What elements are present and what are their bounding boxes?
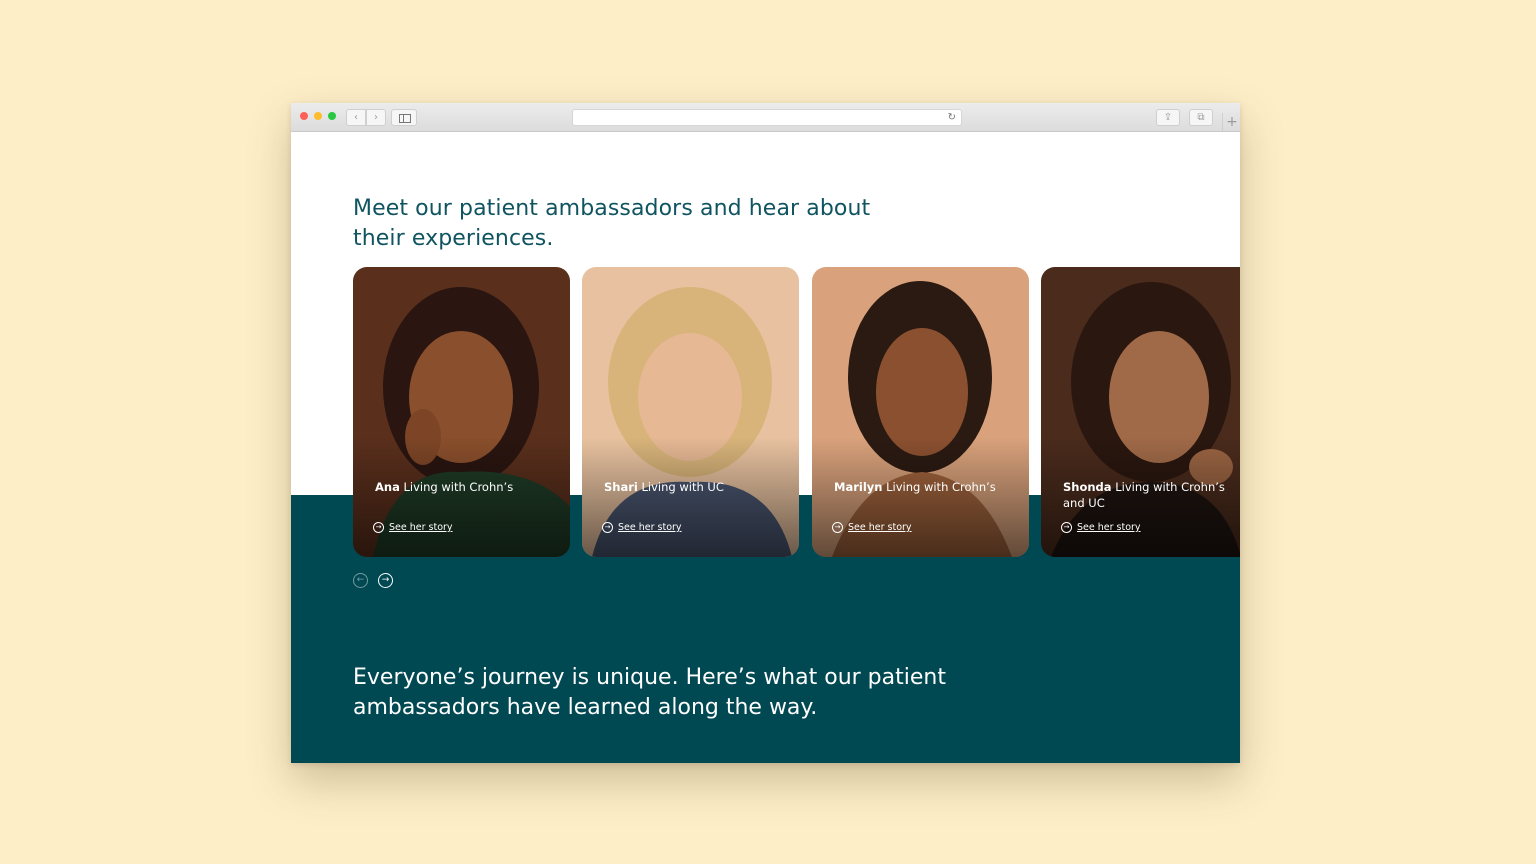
ambassador-card-shonda[interactable]: Shonda Living with Crohn’s and UC → See … xyxy=(1041,267,1240,557)
see-her-story-link[interactable]: → See her story xyxy=(373,522,453,533)
see-her-story-link[interactable]: → See her story xyxy=(1061,522,1141,533)
section-heading: Meet our patient ambassadors and hear ab… xyxy=(353,196,871,251)
reload-icon[interactable]: ↻ xyxy=(948,110,956,125)
ambassador-caption: Ana Living with Crohn’s xyxy=(375,479,555,495)
arrow-right-circle-icon: → xyxy=(373,522,384,533)
see-her-story-label[interactable]: See her story xyxy=(389,522,453,533)
photo-gradient xyxy=(582,437,799,557)
see-her-story-label[interactable]: See her story xyxy=(1077,522,1141,533)
sidebar-toggle-button[interactable] xyxy=(391,109,417,126)
sidebar-icon xyxy=(399,114,411,123)
new-tab-icon[interactable]: + xyxy=(1222,113,1240,131)
see-her-story-label[interactable]: See her story xyxy=(618,522,682,533)
ambassador-condition: Living with UC xyxy=(637,480,724,494)
arrow-right-circle-icon: → xyxy=(832,522,843,533)
section-subheading: Everyone’s journey is unique. Here’s wha… xyxy=(353,665,946,720)
ambassador-name: Shari xyxy=(604,480,638,494)
see-her-story-label[interactable]: See her story xyxy=(848,522,912,533)
ambassador-card-marilyn[interactable]: Marilyn Living with Crohn’s → See her st… xyxy=(812,267,1029,557)
arrow-right-circle-icon: → xyxy=(1061,522,1072,533)
ambassador-caption: Marilyn Living with Crohn’s xyxy=(834,479,1014,495)
ambassador-name: Marilyn xyxy=(834,480,883,494)
close-window-button[interactable] xyxy=(300,112,308,120)
arrow-right-circle-icon: → xyxy=(602,522,613,533)
ambassador-caption: Shari Living with UC xyxy=(604,479,784,495)
ambassador-condition: Living with Crohn’s xyxy=(399,480,514,494)
address-bar[interactable]: ↻ xyxy=(572,109,962,126)
back-icon[interactable]: ‹ xyxy=(346,109,366,126)
tab-overview-icon[interactable]: ⧉ xyxy=(1189,109,1213,126)
zoom-window-button[interactable] xyxy=(328,112,336,120)
see-her-story-link[interactable]: → See her story xyxy=(602,522,682,533)
photo-gradient xyxy=(353,437,570,557)
browser-toolbar: ‹ › ↻ ⇪ ⧉ + xyxy=(291,103,1240,132)
ambassador-name: Shonda xyxy=(1063,480,1112,494)
ambassador-name: Ana xyxy=(375,480,400,494)
browser-window: ‹ › ↻ ⇪ ⧉ + Meet our patient ambassadors… xyxy=(291,103,1240,763)
ambassador-condition: Living with Crohn’s xyxy=(882,480,996,494)
ambassador-card-ana[interactable]: Ana Living with Crohn’s → See her story xyxy=(353,267,570,557)
carousel-prev-icon[interactable]: ← xyxy=(353,573,368,588)
carousel-next-icon[interactable]: → xyxy=(378,573,393,588)
photo-gradient xyxy=(812,437,1029,557)
forward-icon[interactable]: › xyxy=(366,109,386,126)
ambassador-card-shari[interactable]: Shari Living with UC → See her story xyxy=(582,267,799,557)
see-her-story-link[interactable]: → See her story xyxy=(832,522,912,533)
page-content: Meet our patient ambassadors and hear ab… xyxy=(291,132,1240,763)
minimize-window-button[interactable] xyxy=(314,112,322,120)
share-icon[interactable]: ⇪ xyxy=(1156,109,1180,126)
ambassador-caption: Shonda Living with Crohn’s and UC xyxy=(1063,479,1240,511)
